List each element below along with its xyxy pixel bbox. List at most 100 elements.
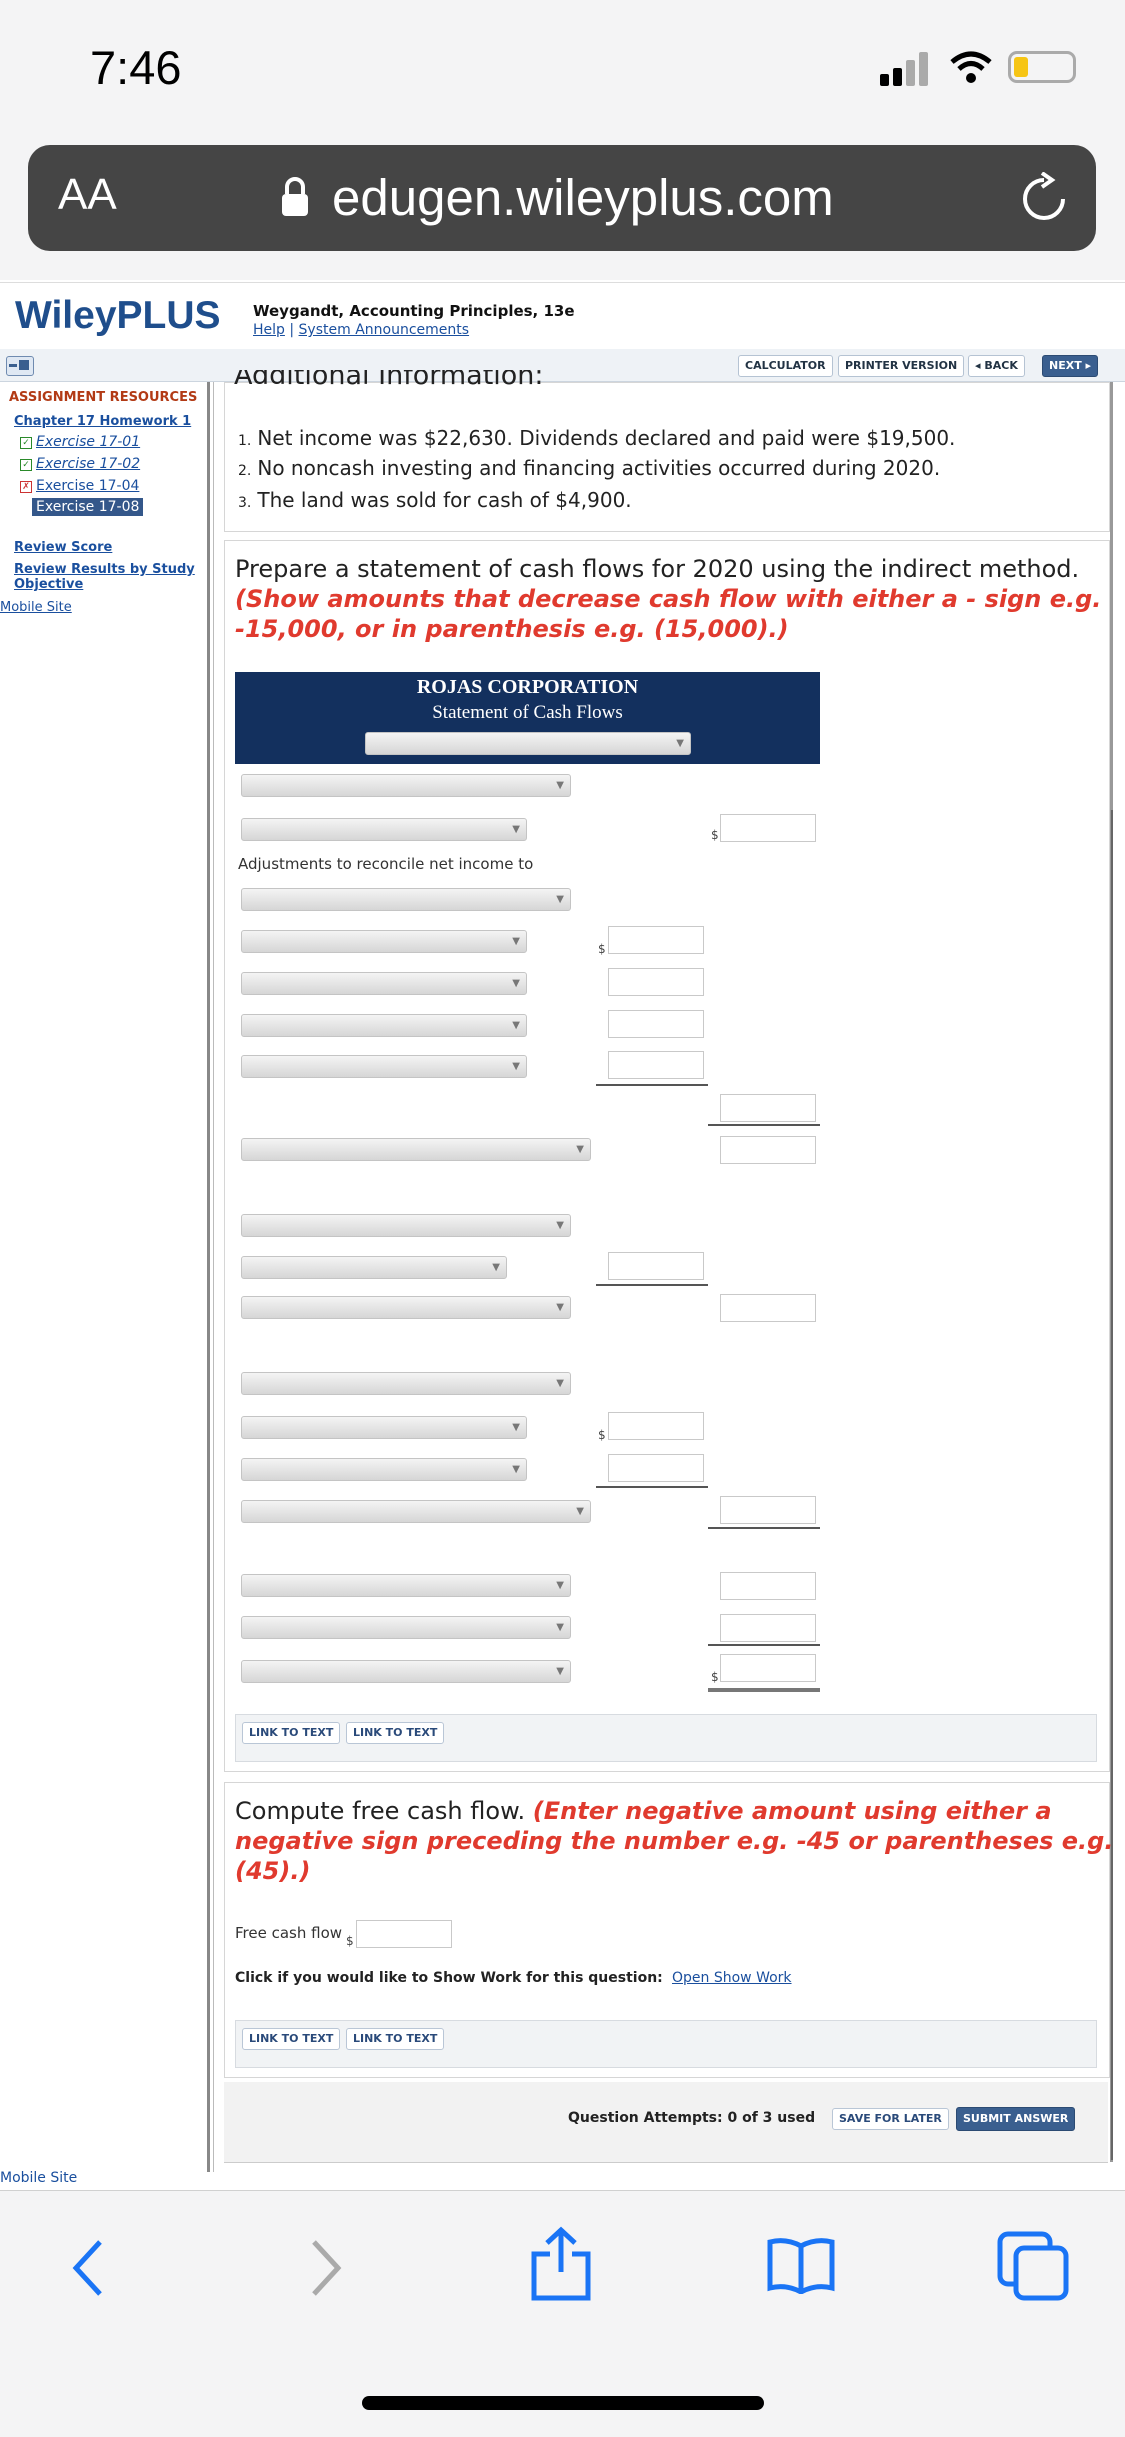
statement-dropdown[interactable]: ▼ (241, 1138, 591, 1161)
amount-input[interactable] (608, 1412, 704, 1440)
share-icon[interactable] (528, 2226, 594, 2302)
chevron-down-icon: ▼ (576, 1506, 584, 1517)
statement-dropdown[interactable]: ▼ (241, 774, 571, 797)
amount-input[interactable] (608, 926, 704, 954)
statement-dropdown[interactable]: ▼ (241, 972, 527, 995)
amount-input[interactable] (608, 1454, 704, 1482)
statement-dropdown[interactable]: ▼ (241, 1458, 527, 1481)
chapter-link[interactable]: Chapter 17 Homework 1 (14, 414, 191, 429)
bookmarks-icon[interactable] (766, 2236, 836, 2294)
statement-dropdown[interactable]: ▼ (241, 1416, 527, 1439)
subtotal-underline (708, 1124, 820, 1126)
chevron-down-icon: ▼ (556, 1622, 564, 1633)
link-to-text-button[interactable]: LINK TO TEXT (346, 1722, 445, 1744)
forward-icon[interactable] (306, 2238, 346, 2298)
statement-dropdown[interactable]: ▼ (241, 930, 527, 953)
free-cash-flow-input[interactable] (356, 1920, 452, 1948)
submit-answer-button[interactable]: SUBMIT ANSWER (956, 2107, 1076, 2131)
tabs-icon[interactable] (996, 2230, 1072, 2302)
statement-dropdown[interactable]: ▼ (241, 1256, 507, 1279)
subtotal-underline (596, 1486, 708, 1488)
amount-input[interactable] (720, 1572, 816, 1600)
link-to-text-button[interactable]: LINK TO TEXT (346, 2028, 445, 2050)
statement-dropdown[interactable]: ▼ (241, 1055, 527, 1078)
amount-input[interactable] (608, 1252, 704, 1280)
statement-dropdown[interactable]: ▼ (241, 888, 571, 911)
chevron-down-icon: ▼ (512, 936, 520, 947)
checkmark-icon: ✓ (20, 437, 32, 449)
chevron-down-icon: ▼ (556, 1378, 564, 1389)
dollar-sign: $ (346, 1934, 354, 1948)
statement-dropdown[interactable]: ▼ (241, 1574, 571, 1597)
mobile-site-link[interactable]: Mobile Site (0, 2170, 77, 2186)
back-button[interactable]: ◂ BACK (968, 355, 1025, 377)
exercise-item[interactable]: ✓ Exercise 17-02 (20, 456, 140, 472)
exercise-item-selected[interactable]: Exercise 17-08 (32, 498, 144, 516)
cash-end-input[interactable] (720, 1654, 816, 1682)
url-text[interactable]: edugen.wileyplus.com (332, 168, 834, 227)
subtotal-underline (708, 1527, 820, 1529)
save-for-later-button[interactable]: SAVE FOR LATER (832, 2108, 949, 2130)
period-dropdown[interactable]: ▼ (365, 732, 691, 755)
chevron-down-icon: ▼ (492, 1262, 500, 1273)
question-instruction: (45).) (235, 1857, 311, 1885)
question-instruction: -15,000, or in parenthesis e.g. (15,000)… (235, 615, 789, 643)
statement-dropdown[interactable]: ▼ (241, 818, 527, 841)
checkmark-icon: ✓ (20, 459, 32, 471)
next-button[interactable]: NEXT ▸ (1042, 355, 1099, 377)
double-underline (708, 1688, 820, 1692)
back-icon[interactable] (68, 2238, 108, 2298)
link-to-text-button[interactable]: LINK TO TEXT (242, 2028, 341, 2050)
reload-icon[interactable] (1020, 172, 1068, 224)
adjustments-label: Adjustments to reconcile net income to (238, 855, 534, 873)
chevron-down-icon: ▼ (556, 1580, 564, 1591)
calculator-button[interactable]: CALCULATOR (738, 355, 833, 377)
statement-dropdown[interactable]: ▼ (241, 1660, 571, 1683)
amount-input[interactable] (720, 814, 816, 842)
question-instruction: (Show amounts that decrease cash flow wi… (235, 585, 1102, 613)
amount-input[interactable] (608, 1051, 704, 1079)
printer-version-button[interactable]: PRINTER VERSION (838, 355, 965, 377)
wileyplus-logo[interactable]: WileyPLUS (15, 294, 221, 338)
chevron-down-icon: ▼ (556, 780, 564, 791)
statement-dropdown[interactable]: ▼ (241, 1500, 591, 1523)
statement-dropdown[interactable]: ▼ (241, 1372, 571, 1395)
status-time: 7:46 (90, 41, 182, 94)
content-divider (213, 382, 214, 2172)
collapse-sidebar-icon[interactable] (6, 356, 34, 376)
chevron-down-icon: ▼ (556, 1302, 564, 1313)
chevron-down-icon: ▼ (512, 978, 520, 989)
amount-input[interactable] (720, 1614, 816, 1642)
help-links: Help | System Announcements (253, 322, 469, 338)
amount-input[interactable] (720, 1136, 816, 1164)
exercise-item[interactable]: ✓ Exercise 17-01 (20, 434, 140, 450)
help-link[interactable]: Help (253, 322, 285, 338)
amount-input[interactable] (608, 1010, 704, 1038)
chevron-down-icon: ▼ (512, 1020, 520, 1031)
system-announcements-link[interactable]: System Announcements (299, 322, 470, 338)
statement-dropdown[interactable]: ▼ (241, 1014, 527, 1037)
subtotal-underline (596, 1084, 708, 1086)
book-title: Weygandt, Accounting Principles, 13e (253, 302, 575, 320)
review-results-link[interactable]: Review Results by Study Objective (14, 562, 195, 592)
amount-input[interactable] (720, 1294, 816, 1322)
statement-title: Statement of Cash Flows (432, 702, 623, 723)
question-instruction: negative sign preceding the number e.g. … (235, 1827, 1114, 1855)
open-show-work-link[interactable]: Open Show Work (672, 1970, 792, 1986)
statement-dropdown[interactable]: ▼ (241, 1214, 571, 1237)
home-indicator (362, 2396, 764, 2410)
scrollbar-thumb[interactable] (1111, 810, 1113, 2160)
amount-input[interactable] (720, 1094, 816, 1122)
text-size-button[interactable]: AA (58, 170, 117, 220)
x-mark-icon: ✗ (20, 481, 32, 493)
chevron-down-icon: ▼ (556, 894, 564, 905)
chevron-down-icon: ▼ (512, 1061, 520, 1072)
amount-input[interactable] (720, 1496, 816, 1524)
amount-input[interactable] (608, 968, 704, 996)
exercise-item[interactable]: ✗ Exercise 17-04 (20, 478, 139, 494)
review-score-link[interactable]: Review Score (14, 540, 112, 555)
mobile-site-link[interactable]: Mobile Site (0, 600, 72, 615)
statement-dropdown[interactable]: ▼ (241, 1616, 571, 1639)
statement-dropdown[interactable]: ▼ (241, 1296, 571, 1319)
link-to-text-button[interactable]: LINK TO TEXT (242, 1722, 341, 1744)
